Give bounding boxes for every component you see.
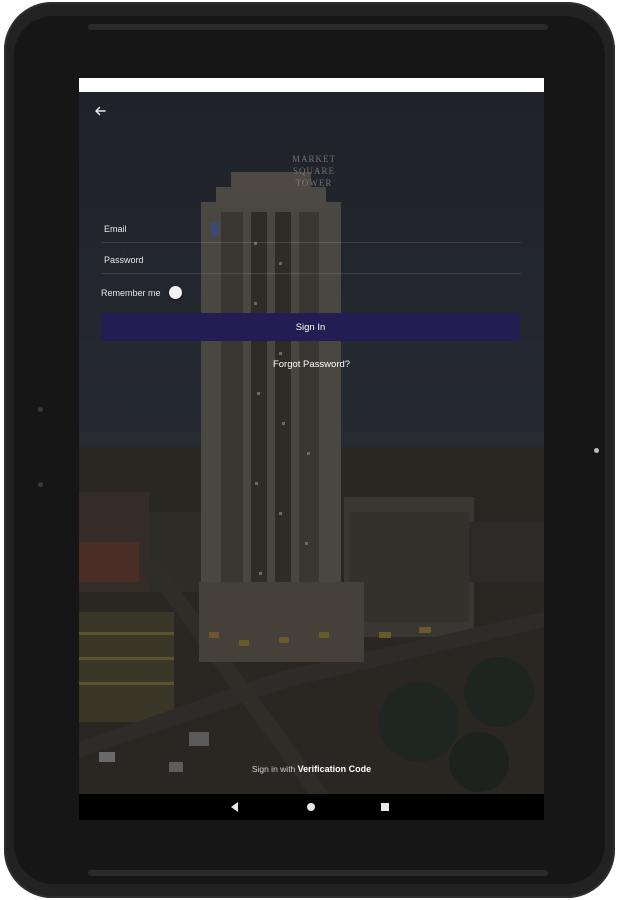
email-input[interactable] xyxy=(101,218,521,242)
circle-home-icon[interactable] xyxy=(307,803,315,811)
brand-logo: MARKET SQUARE TOWER xyxy=(279,153,349,189)
password-input[interactable] xyxy=(101,249,521,273)
device-screen: MARKET SQUARE TOWER Email Password Remem… xyxy=(79,78,544,820)
sensor-dot xyxy=(38,407,43,412)
remember-me-label: Remember me xyxy=(101,287,161,298)
camera-dot xyxy=(594,448,599,453)
logo-line: TOWER xyxy=(295,178,333,188)
navigation-bar xyxy=(79,794,544,820)
square-recent-icon[interactable] xyxy=(381,803,389,811)
bottom-speaker xyxy=(88,870,548,876)
remember-me-row[interactable]: Remember me xyxy=(101,286,182,299)
email-field[interactable]: Email xyxy=(101,218,521,243)
logo-line: SQUARE xyxy=(292,166,335,176)
sensor-dot xyxy=(38,482,43,487)
remember-me-toggle[interactable] xyxy=(168,286,182,299)
triangle-back-icon[interactable] xyxy=(231,802,238,812)
background-photo xyxy=(79,92,544,794)
status-bar xyxy=(79,78,544,92)
logo-line: MARKET xyxy=(292,154,336,164)
forgot-password-link[interactable]: Forgot Password? xyxy=(79,359,544,370)
top-speaker xyxy=(88,24,548,30)
verification-code-link[interactable]: Verification Code xyxy=(298,764,372,774)
verification-code-row: Sign in with Verification Code xyxy=(79,764,544,774)
back-button[interactable] xyxy=(89,100,111,122)
arrow-left-icon xyxy=(95,106,106,116)
password-field[interactable]: Password xyxy=(101,249,521,274)
verification-prefix: Sign in with xyxy=(251,764,298,774)
sign-in-button[interactable]: Sign In xyxy=(101,313,520,341)
